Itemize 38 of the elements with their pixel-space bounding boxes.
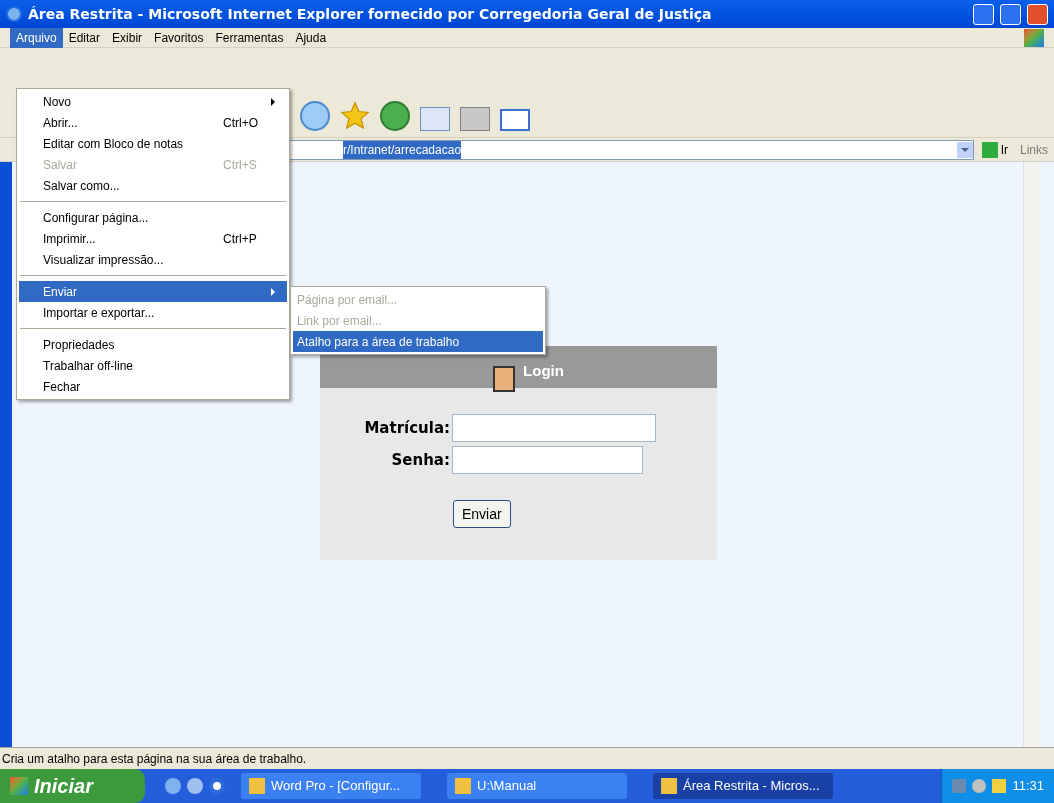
field-label: Matrícula: — [363, 417, 451, 439]
field-label: Senha: — [390, 449, 451, 471]
taskbar-button[interactable]: Word Pro - [Configur... — [241, 773, 421, 799]
links-label[interactable]: Links — [1016, 140, 1052, 159]
menu-bar-item[interactable]: Arquivo — [10, 27, 63, 48]
clock: 11:31 — [1012, 777, 1044, 796]
menu-item[interactable]: Importar e exportar... — [19, 302, 287, 323]
menu-item[interactable]: Novo — [19, 91, 287, 112]
menu-item[interactable]: Imprimir... Ctrl+P — [19, 228, 287, 249]
minimize-button[interactable] — [973, 3, 994, 25]
input-field[interactable] — [452, 446, 643, 474]
login-title: Login — [523, 361, 564, 381]
star-icon[interactable] — [340, 101, 370, 131]
menu-bar-item[interactable]: Favoritos — [148, 27, 210, 48]
menu-item[interactable]: Abrir... Ctrl+O — [19, 112, 287, 133]
maximize-button[interactable] — [1000, 3, 1021, 25]
menu-item[interactable]: Visualizar impressão... — [19, 249, 287, 270]
taskbar-button[interactable]: Área Restrita - Micros... — [653, 773, 833, 799]
menu-item[interactable]: Configurar página... — [19, 207, 287, 228]
submit-button[interactable]: Enviar — [453, 500, 511, 528]
scrollbar[interactable] — [1023, 162, 1040, 747]
menu-item[interactable]: Salvar como... — [19, 175, 287, 196]
menu-bar-item[interactable]: Exibir — [106, 27, 149, 48]
input-field[interactable] — [452, 414, 656, 442]
menu-item[interactable]: Propriedades — [19, 334, 287, 355]
start-button[interactable]: Iniciar — [0, 769, 145, 803]
status-text: Cria um atalho para esta página na sua área de trabalho. — [2, 750, 307, 768]
menu-bar-item[interactable]: Editar — [62, 27, 107, 48]
taskbar-button[interactable]: U:\Manual — [447, 773, 627, 799]
menu-bar-item[interactable]: Ajuda — [289, 27, 333, 48]
menu-item[interactable]: Atalho para a área de trabalho — [293, 331, 543, 352]
menu-item[interactable]: Fechar — [19, 376, 287, 397]
go-button[interactable]: Ir — [977, 140, 1012, 159]
menu-item[interactable]: Trabalhar off-line — [19, 355, 287, 376]
menu-bar-item[interactable]: Ferramentas — [209, 27, 290, 48]
window-title: Área Restrita - Microsoft Internet Explorer fornecido por Corregedoria Geral de Justiça — [28, 4, 713, 24]
menu-item[interactable]: Enviar — [19, 281, 287, 302]
close-button[interactable] — [1027, 3, 1048, 25]
